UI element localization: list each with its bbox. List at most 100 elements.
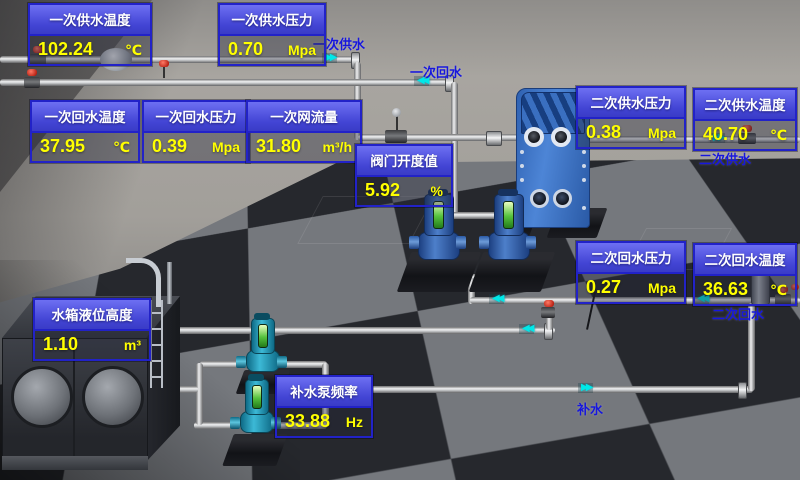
label-value: 1.10 (43, 334, 78, 354)
valve-handle-red[interactable] (544, 300, 554, 307)
label-value: 0.39 (152, 136, 187, 156)
label-title: 一次供水压力 (220, 5, 324, 36)
exchanger-bolts (520, 150, 524, 154)
label-unit: Mpa (288, 40, 316, 60)
label-unit: m³ (124, 335, 141, 355)
label-value-row: 40.70 ℃ (695, 121, 795, 149)
data-label-secondary-return-pressure: 二次回水压力 0.27 Mpa (576, 241, 686, 304)
pipe-label-secondary-return: 二次回水 (712, 304, 764, 323)
label-unit: % (431, 181, 443, 201)
label-value-row: 31.80 m³/h (248, 133, 360, 161)
label-unit: Hz (346, 412, 363, 432)
valve-body[interactable] (24, 77, 40, 88)
label-value-row: 1.10 m³ (35, 331, 149, 359)
pipe-label-makeup-water: 补水 (577, 399, 603, 418)
label-value-row: 33.88 Hz (277, 408, 371, 436)
label-value-row: 0.38 Mpa (578, 119, 684, 147)
pipe-label-secondary-supply: 二次供水 (699, 149, 751, 168)
label-unit: ℃ (770, 125, 787, 145)
label-title: 一次网流量 (248, 102, 360, 133)
pump-flange (230, 417, 240, 429)
label-unit: ℃ (770, 280, 787, 300)
pump-2-running-indicator (503, 201, 514, 229)
ladder-rung (150, 360, 163, 362)
flow-arrow-icon: ▶▶ (578, 383, 593, 393)
tank-manhole (11, 366, 73, 428)
control-valve-body[interactable] (385, 130, 407, 143)
ladder-rung (150, 344, 163, 346)
data-label-valve-opening: 阀门开度值 5.92 % (355, 144, 453, 207)
label-value: 36.63 (703, 279, 748, 299)
label-title: 补水泵频率 (277, 377, 371, 408)
makeup-pump-2-indicator (252, 385, 262, 409)
data-label-secondary-supply-temperature: 二次供水温度 40.70 ℃ (693, 88, 797, 151)
label-title: 阀门开度值 (357, 146, 451, 177)
data-label-tank-level: 水箱液位高度 1.10 m³ (33, 298, 151, 361)
valve-handle-red[interactable] (159, 60, 169, 67)
motor-cap (254, 313, 270, 320)
valve-body[interactable] (541, 307, 555, 318)
label-value-row: 0.39 Mpa (144, 133, 248, 161)
label-title: 二次回水温度 (695, 245, 795, 276)
tank-manhole (82, 366, 144, 428)
data-label-primary-supply-temperature: 一次供水温度 102.24 ℃ (28, 3, 152, 66)
label-unit: Mpa (648, 123, 676, 143)
circulation-pump-2-body[interactable] (488, 232, 530, 260)
valve-handle-red[interactable] (27, 69, 37, 76)
data-label-primary-network-flow: 一次网流量 31.80 m³/h (246, 100, 362, 163)
pipe-flange (738, 382, 747, 399)
makeup-pump-1-indicator (258, 324, 268, 348)
label-value-row: 36.63 ℃ (695, 276, 795, 304)
flow-arrow-icon: ◀◀ (489, 294, 504, 304)
pipe-makeup-water (325, 386, 753, 393)
pipe-tank-line (140, 327, 555, 334)
data-label-makeup-pump-frequency: 补水泵频率 33.88 Hz (275, 375, 373, 438)
exchanger-port (551, 127, 571, 147)
label-value: 31.80 (256, 136, 301, 156)
label-value-row: 0.70 Mpa (220, 36, 324, 64)
label-title: 一次回水压力 (144, 102, 248, 133)
ladder-rung (150, 376, 163, 378)
data-label-secondary-return-temperature: 二次回水温度 36.63 ℃ (693, 243, 797, 306)
label-value: 102.24 (38, 39, 93, 59)
data-label-secondary-supply-pressure: 二次供水压力 0.38 Mpa (576, 86, 686, 149)
label-unit: m³/h (322, 137, 352, 157)
exchanger-port (553, 189, 572, 208)
data-label-primary-supply-pressure: 一次供水压力 0.70 Mpa (218, 3, 326, 66)
data-label-primary-return-temperature: 一次回水温度 37.95 ℃ (30, 100, 140, 163)
label-value-row: 5.92 % (357, 177, 451, 205)
label-title: 一次供水温度 (30, 5, 150, 36)
label-value-row: 102.24 ℃ (30, 36, 150, 64)
tank-vent-pipe (167, 262, 172, 304)
label-value: 0.38 (586, 122, 621, 142)
control-valve-actuator[interactable] (392, 108, 401, 117)
label-title: 水箱液位高度 (35, 300, 149, 331)
ladder-rung (150, 312, 163, 314)
pipe-coupling (486, 131, 502, 146)
label-value: 0.27 (586, 277, 621, 297)
circulation-pump-1-body[interactable] (418, 232, 460, 260)
pump-flange (479, 236, 489, 249)
pump-flange (526, 236, 536, 249)
pipe-label-primary-return: 一次回水 (410, 62, 462, 81)
label-value-row: 37.95 ℃ (32, 133, 138, 161)
motor-cap (248, 374, 264, 381)
tank-frame (2, 456, 148, 470)
pump-flange (277, 356, 287, 368)
label-unit: ℃ (125, 40, 142, 60)
label-value: 37.95 (40, 136, 85, 156)
label-value: 5.92 (365, 180, 400, 200)
pump-flange (236, 356, 246, 368)
label-unit: ℃ (113, 137, 130, 157)
label-title: 二次供水压力 (578, 88, 684, 119)
pump-flange (456, 236, 466, 249)
label-title: 二次回水压力 (578, 243, 684, 274)
ladder-rung (150, 328, 163, 330)
label-unit: Mpa (212, 137, 240, 157)
pump-flange (409, 236, 419, 249)
label-value: 33.88 (285, 411, 330, 431)
valve-stem (163, 66, 165, 78)
label-value-row: 0.27 Mpa (578, 274, 684, 302)
exchanger-port (524, 127, 544, 147)
label-title: 一次回水温度 (32, 102, 138, 133)
